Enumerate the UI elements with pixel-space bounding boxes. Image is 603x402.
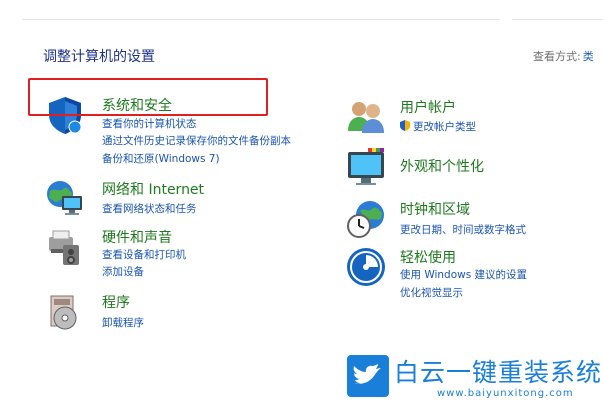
link-devices-printers[interactable]: 查看设备和打印机: [102, 247, 186, 262]
top-divider: [22, 19, 500, 20]
category-title-appearance[interactable]: 外观和个性化: [400, 156, 484, 176]
link-date-time-format[interactable]: 更改日期、时间或数字格式: [400, 222, 526, 237]
link-view-computer-status[interactable]: 查看你的计算机状态: [102, 116, 197, 131]
highlight-box: [28, 78, 268, 116]
ease-of-access-icon: [347, 248, 385, 286]
view-by: 查看方式: 类: [533, 48, 594, 64]
category-title-programs[interactable]: 程序: [102, 292, 130, 312]
watermark-title: 白云一键重装系统: [394, 358, 603, 387]
printer-speaker-icon: [49, 230, 79, 265]
link-change-account-type-label: 更改帐户类型: [413, 121, 476, 133]
clock-globe-icon: [347, 201, 384, 238]
link-change-account-type[interactable]: 更改帐户类型: [400, 119, 476, 134]
view-by-label: 查看方式:: [533, 50, 581, 63]
network-globe-icon: [47, 181, 82, 215]
watermark-url: www.baiyunxitong.com: [437, 388, 574, 399]
programs-disc-icon: [50, 295, 77, 330]
category-title-network[interactable]: 网络和 Internet: [102, 179, 204, 199]
link-backup-restore[interactable]: 备份和还原(Windows 7): [102, 151, 220, 166]
top-divider-right: [512, 19, 603, 20]
monitor-palette-icon: [348, 148, 384, 185]
page-title: 调整计算机的设置: [43, 49, 155, 65]
bird-logo-icon: [347, 355, 389, 397]
category-title-hardware-sound[interactable]: 硬件和声音: [102, 227, 172, 247]
link-uninstall-program[interactable]: 卸载程序: [102, 315, 144, 330]
uac-shield-icon: [400, 120, 410, 131]
users-icon: [348, 102, 384, 133]
view-by-dropdown[interactable]: 类: [583, 50, 594, 63]
link-optimize-display[interactable]: 优化视觉显示: [400, 285, 463, 300]
category-title-ease-of-access[interactable]: 轻松使用: [400, 247, 456, 267]
link-add-device[interactable]: 添加设备: [102, 264, 144, 279]
category-title-clock-region[interactable]: 时钟和区域: [400, 199, 470, 219]
link-network-status[interactable]: 查看网络状态和任务: [102, 201, 197, 216]
link-recommended-settings[interactable]: 使用 Windows 建议的设置: [400, 267, 527, 282]
category-title-user-accounts[interactable]: 用户帐户: [400, 97, 456, 117]
link-file-history[interactable]: 通过文件历史记录保存你的文件备份副本: [102, 133, 291, 148]
